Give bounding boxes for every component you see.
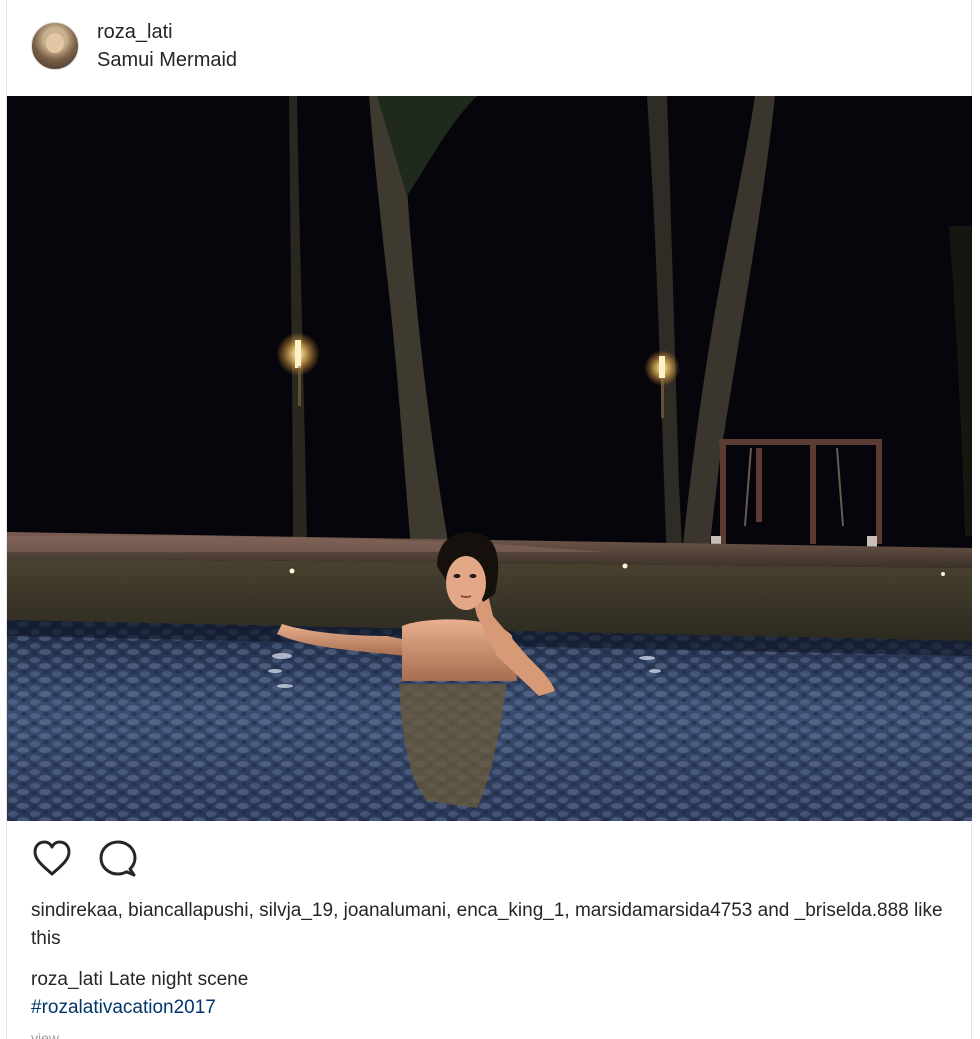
post-photo[interactable] xyxy=(7,96,972,821)
post-location[interactable]: Samui Mermaid xyxy=(97,49,237,72)
caption-text: Late night scene xyxy=(108,969,249,990)
view-comments-link[interactable]: view xyxy=(31,1030,59,1039)
instagram-post: roza_lati Samui Mermaid sindirekaa, bian… xyxy=(6,0,972,1039)
post-actions xyxy=(31,838,231,882)
caption-hashtag[interactable]: #rozalativacation2017 xyxy=(31,994,951,1022)
likes-summary: sindirekaa, biancallapushi, silvja_19, j… xyxy=(31,900,943,949)
post-username[interactable]: roza_lati xyxy=(97,21,173,44)
heart-icon[interactable] xyxy=(31,838,73,880)
post-header: roza_lati Samui Mermaid xyxy=(7,0,971,96)
caption-username[interactable]: roza_lati xyxy=(31,969,103,990)
user-avatar[interactable] xyxy=(31,22,79,70)
comment-bubble-icon[interactable] xyxy=(97,838,139,880)
post-caption: roza_lati Late night scene #rozalativacat… xyxy=(31,966,951,1022)
